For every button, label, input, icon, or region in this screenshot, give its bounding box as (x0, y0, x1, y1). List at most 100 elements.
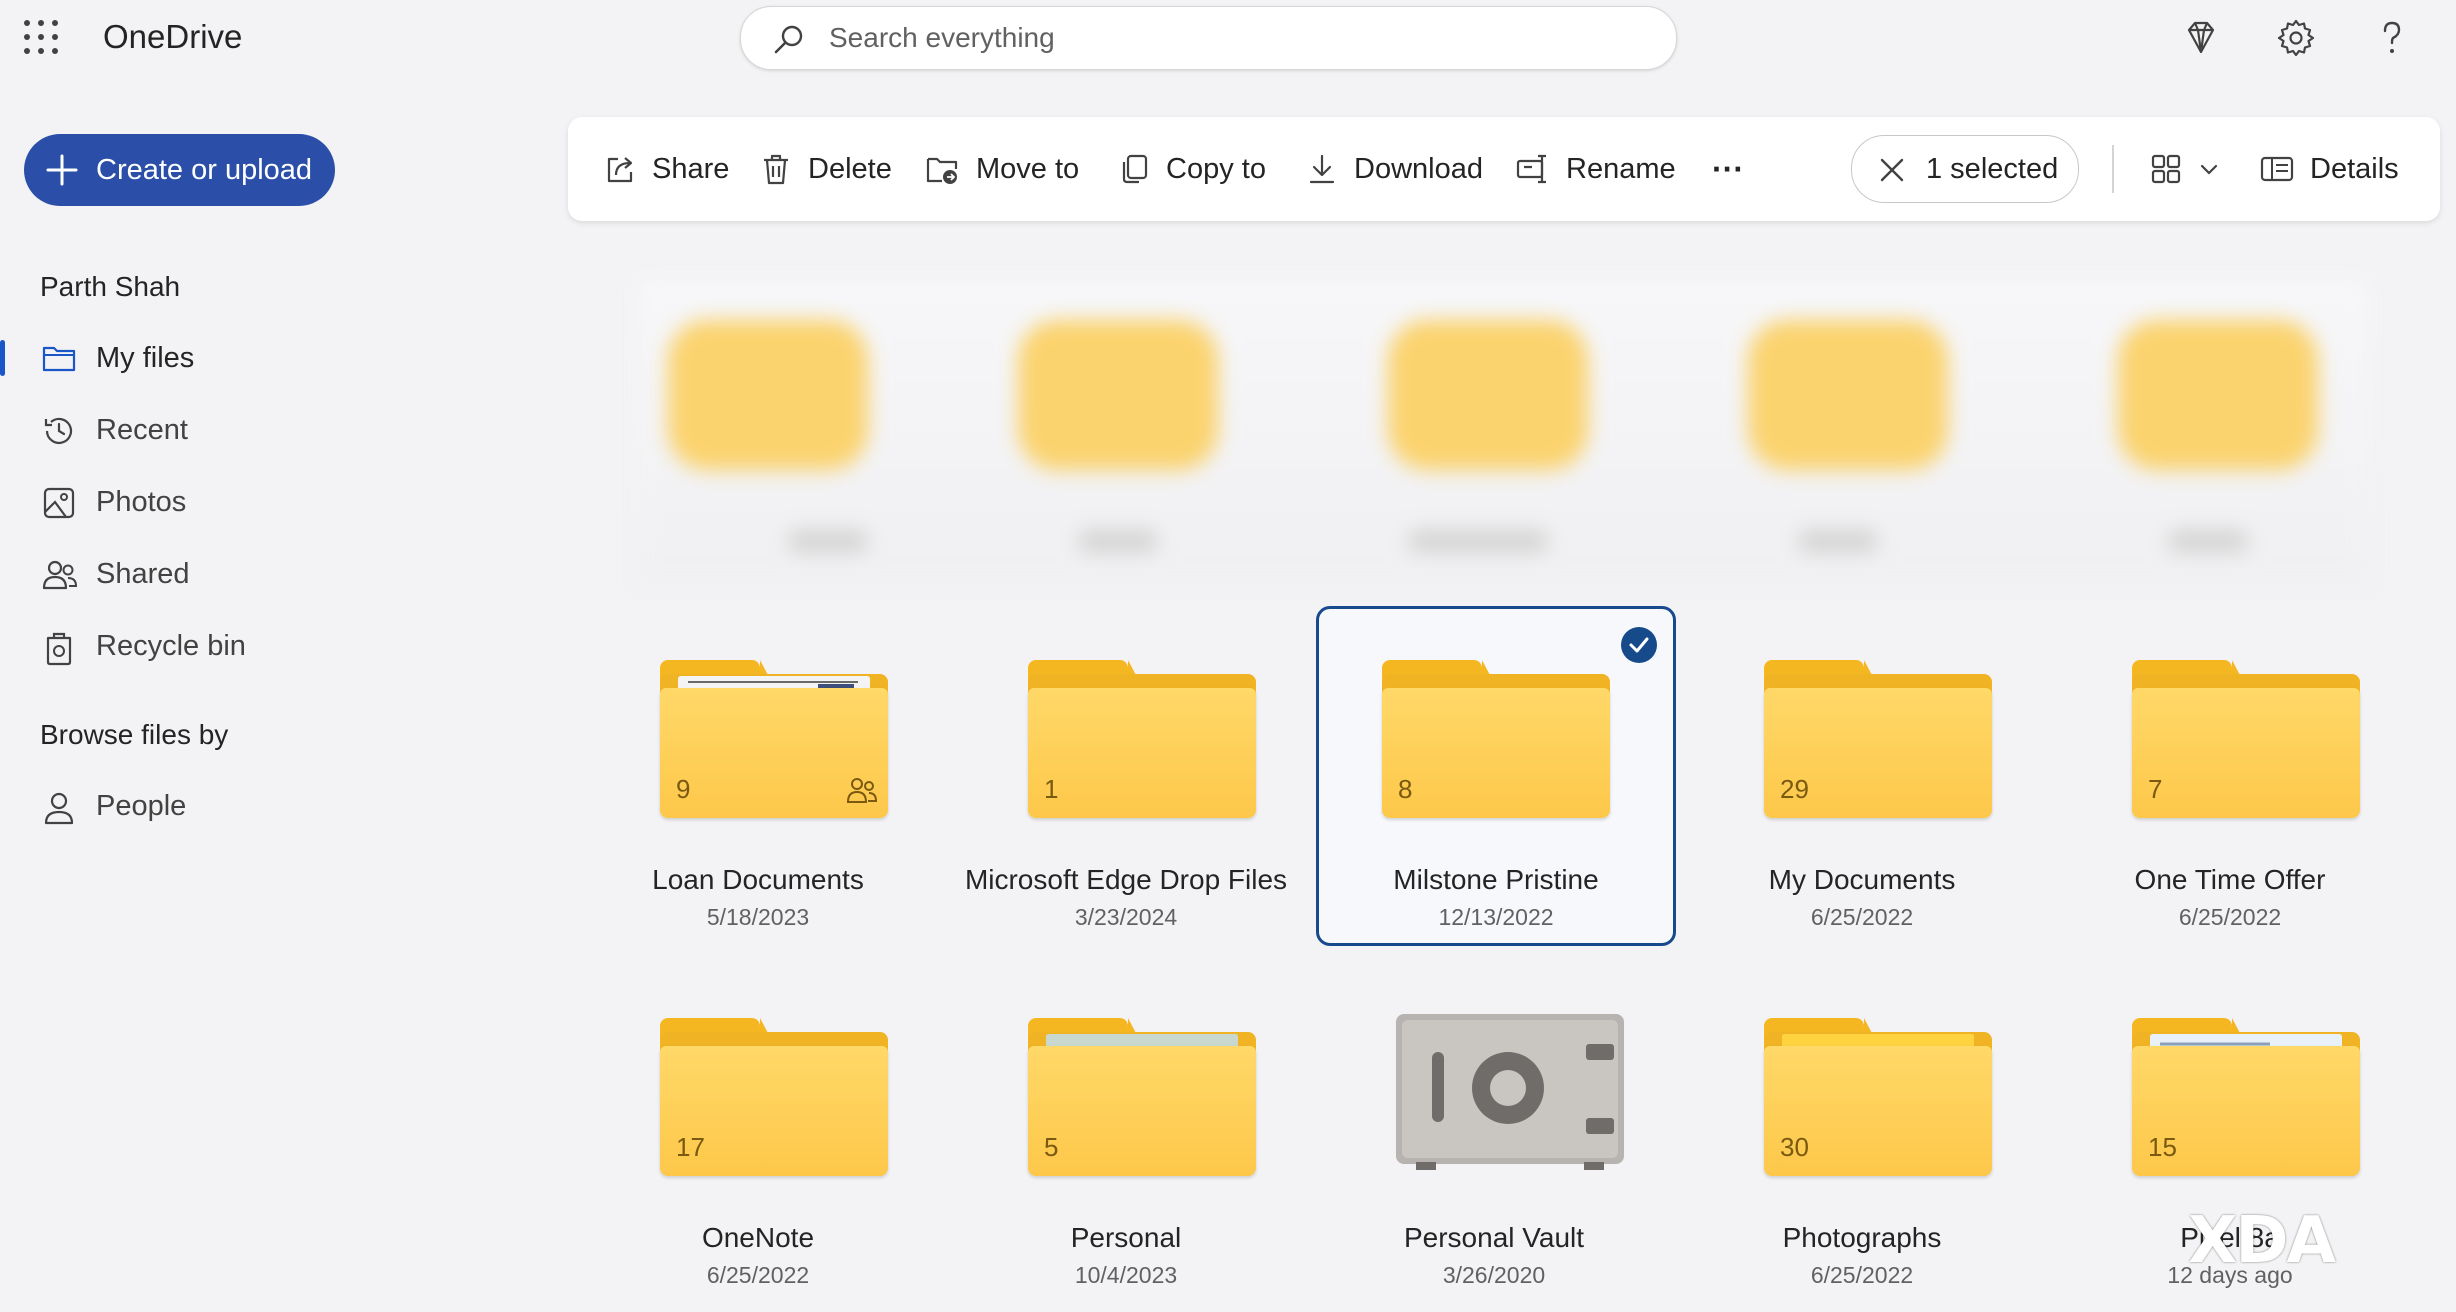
folder-name: Microsoft Edge Drop Files (964, 864, 1288, 895)
folder-tile-personal-vault[interactable]: Personal Vault 3/26/2020 (1314, 964, 1674, 1304)
folder-name: One Time Offer (2134, 864, 2326, 895)
folder-name: My Documents (1768, 864, 1956, 895)
folder-date: 6/25/2022 (1810, 1262, 1914, 1288)
download-icon (1309, 154, 1335, 184)
folder-tile-personal[interactable]: 5 Personal 10/4/2023 (946, 964, 1306, 1304)
blurred-folder-row (638, 280, 2368, 585)
item-count: 17 (676, 1132, 705, 1162)
folder-date: 6/25/2022 (706, 1262, 810, 1288)
item-count: 30 (1780, 1132, 1809, 1162)
share-label: Share (652, 152, 730, 185)
folder-icon: 17 (660, 1018, 888, 1178)
folder-tile-photographs[interactable]: Welcome 30 Photographs 6/25/2022 (1682, 964, 2042, 1304)
folder-tile-my-documents[interactable]: 29 My Documents 6/25/2022 (1682, 606, 2042, 946)
folder-date: 6/25/2022 (2178, 904, 2282, 930)
delete-label: Delete (808, 152, 892, 185)
item-count: 15 (2148, 1132, 2177, 1162)
create-or-upload-button[interactable]: Create or upload (24, 134, 335, 206)
recycle-bin-icon (46, 632, 72, 666)
folder-icon: 1 (1028, 660, 1256, 820)
nav-item-photos[interactable]: Photos (0, 470, 560, 534)
folder-date: 6/25/2022 (1810, 904, 1914, 930)
grid-view-icon (2151, 154, 2181, 184)
folder-icon: 8 (1382, 660, 1610, 820)
move-to-label: Move to (976, 152, 1080, 185)
item-count: 8 (1398, 774, 1413, 804)
folder-date: 12/13/2022 (1438, 904, 1554, 930)
create-or-upload-label: Create or upload (96, 154, 313, 186)
folder-icon: 5 (1028, 1018, 1256, 1178)
folder-icon (42, 346, 76, 372)
nav-label: Shared (96, 558, 190, 590)
plus-icon (46, 154, 78, 186)
nav-item-recent[interactable]: Recent (0, 398, 560, 462)
search-icon (774, 25, 803, 54)
help-icon[interactable] (2372, 18, 2412, 58)
people-icon (42, 560, 78, 590)
share-icon (607, 157, 633, 183)
clear-selection-button[interactable]: 1 selected (1851, 135, 2079, 203)
xda-watermark-logo: XDA (2188, 1204, 2336, 1278)
folder-icon: 9 (660, 660, 888, 820)
download-button[interactable]: Download (1306, 147, 1483, 191)
details-button[interactable]: Details (2260, 147, 2399, 191)
image-icon (43, 487, 75, 519)
folder-name: Personal Vault (1403, 1222, 1585, 1253)
search-box[interactable] (740, 6, 1677, 70)
folder-date: 3/23/2024 (1074, 904, 1178, 930)
folder-date: 5/18/2023 (706, 904, 810, 930)
person-icon (44, 792, 74, 825)
command-bar: Share Delete Move to Copy to Download Re… (568, 117, 2440, 221)
folder-icon: 29 (1764, 660, 1992, 820)
rename-label: Rename (1566, 152, 1676, 185)
move-folder-icon (926, 157, 958, 184)
more-options-button[interactable]: ··· (1712, 147, 1744, 191)
app-launcher-waffle-icon[interactable] (24, 20, 58, 54)
move-to-button[interactable]: Move to (926, 147, 1079, 191)
rename-icon (1516, 154, 1546, 184)
folder-tile-one-time-offer[interactable]: 7 One Time Offer 6/25/2022 (2050, 606, 2410, 946)
folder-name: Personal (1070, 1222, 1182, 1253)
nav-label: People (96, 790, 187, 822)
details-pane-icon (2260, 156, 2294, 182)
folder-tile-loan-documents[interactable]: 9 Loan Documents 5/18/2023 (578, 606, 938, 946)
folder-icon: Welcome 30 (1764, 1018, 1992, 1178)
selection-count: 1 selected (1926, 153, 2059, 185)
view-switcher-button[interactable] (2150, 147, 2236, 191)
trash-icon (764, 154, 788, 185)
folder-name: Photographs (1782, 1222, 1942, 1253)
item-count: 29 (1780, 774, 1809, 804)
folder-icon: 7 (2132, 660, 2360, 820)
close-icon (1880, 158, 1904, 182)
nav-label: My files (96, 342, 195, 374)
browse-section-title: Browse files by (40, 719, 229, 750)
nav-item-my-files[interactable]: My files (0, 326, 560, 390)
share-button[interactable]: Share (604, 147, 729, 191)
search-input[interactable] (827, 17, 1631, 59)
gear-icon[interactable] (2276, 18, 2316, 58)
item-count: 1 (1044, 774, 1059, 804)
copy-icon (1122, 154, 1148, 184)
copy-to-button[interactable]: Copy to (1118, 147, 1266, 191)
nav-label: Photos (96, 486, 187, 518)
delete-button[interactable]: Delete (760, 147, 892, 191)
nav-item-people[interactable]: People (0, 774, 560, 838)
folder-tile-microsoft-edge-drop-files[interactable]: 1 Microsoft Edge Drop Files 3/23/2024 (946, 606, 1306, 946)
folder-tile-onenote[interactable]: 17 OneNote 6/25/2022 (578, 964, 938, 1304)
diamond-icon[interactable] (2181, 18, 2221, 58)
nav-item-shared[interactable]: Shared (0, 542, 560, 606)
folder-tile-milstone-pristine[interactable]: 8 Milstone Pristine 12/13/2022 (1316, 606, 1676, 946)
folder-name: Milstone Pristine (1393, 864, 1599, 895)
app-title[interactable]: OneDrive (103, 18, 242, 56)
item-count: 9 (676, 774, 691, 804)
folder-name: Loan Documents (652, 864, 864, 895)
selected-checkmark-icon[interactable] (1621, 627, 1657, 663)
rename-button[interactable]: Rename (1516, 147, 1676, 191)
shared-people-icon (846, 778, 878, 803)
nav-label: Recent (96, 414, 188, 446)
nav-label: Recycle bin (96, 630, 246, 662)
nav-item-recycle-bin[interactable]: Recycle bin (0, 614, 560, 678)
folder-date: 10/4/2023 (1074, 1262, 1178, 1288)
history-icon (44, 417, 73, 444)
item-count: 7 (2148, 774, 2163, 804)
